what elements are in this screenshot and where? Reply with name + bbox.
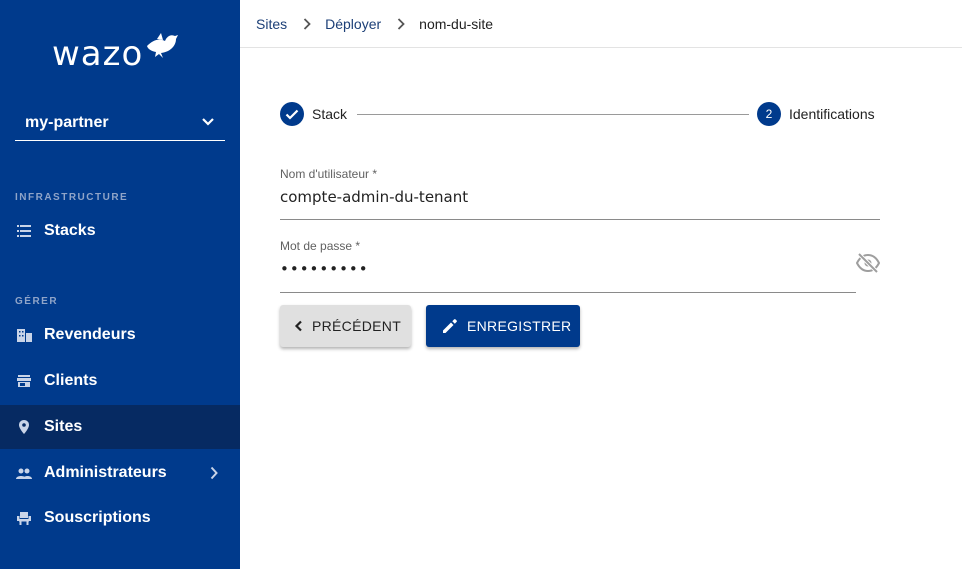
location-pin-icon: [16, 419, 32, 435]
step-label-stack: Stack: [312, 106, 348, 122]
sidebar-item-souscriptions[interactable]: Souscriptions: [0, 496, 240, 540]
password-field: Mot de passe *: [280, 239, 856, 293]
stepper: Stack 2 Identifications: [280, 102, 880, 126]
section-label-infrastructure: INFRASTRUCTURE: [15, 192, 129, 203]
sidebar-item-label: Souscriptions: [44, 509, 151, 526]
sidebar-item-label: Clients: [44, 372, 98, 389]
chevron-right-icon: [397, 17, 405, 30]
chevron-right-icon: [210, 466, 218, 485]
wazo-logo[interactable]: wazo: [52, 32, 179, 76]
check-icon: [280, 102, 304, 126]
tenant-name: my-partner: [25, 114, 109, 131]
people-icon: [16, 465, 32, 481]
chevron-left-icon: [294, 320, 302, 332]
app-root: wazo my-partner INFRASTRUCTURE Stacks GÉ…: [0, 0, 962, 569]
bird-icon: [145, 30, 179, 65]
eye-off-icon[interactable]: [855, 252, 881, 279]
seat-icon: [16, 510, 32, 526]
sidebar-item-label: Stacks: [44, 222, 96, 239]
list-icon: [16, 223, 32, 239]
sidebar-item-label: Revendeurs: [44, 326, 136, 343]
section-label-gerer: GÉRER: [15, 296, 59, 307]
step-connector: [357, 114, 749, 115]
step-label-identifications: Identifications: [789, 106, 875, 122]
building-icon: [16, 327, 32, 343]
sidebar-item-revendeurs[interactable]: Revendeurs: [0, 313, 240, 357]
store-icon: [16, 373, 32, 389]
chevron-right-icon: [303, 17, 311, 30]
username-underline: [280, 219, 880, 220]
logo-text: wazo: [52, 34, 144, 74]
breadcrumb: Sites Déployer nom-du-site: [240, 0, 962, 48]
tenant-selector[interactable]: my-partner: [15, 106, 225, 141]
save-button[interactable]: ENREGISTRER: [426, 305, 580, 347]
save-button-label: ENREGISTRER: [467, 318, 572, 334]
username-field: Nom d'utilisateur *: [280, 167, 880, 220]
previous-button[interactable]: PRÉCÉDENT: [280, 305, 411, 347]
sidebar-item-sites[interactable]: Sites: [0, 405, 240, 449]
password-label: Mot de passe *: [280, 239, 361, 253]
sidebar-item-administrateurs[interactable]: Administrateurs: [0, 451, 240, 495]
step-number-badge: 2: [757, 102, 781, 126]
sidebar-item-stacks[interactable]: Stacks: [0, 209, 240, 253]
username-label: Nom d'utilisateur *: [280, 167, 377, 181]
password-input[interactable]: [280, 260, 856, 278]
breadcrumb-link-deployer[interactable]: Déployer: [325, 16, 381, 32]
previous-button-label: PRÉCÉDENT: [312, 318, 402, 334]
sidebar-item-clients[interactable]: Clients: [0, 359, 240, 403]
password-underline: [280, 292, 856, 293]
sidebar-item-label: Sites: [44, 418, 83, 435]
sidebar: wazo my-partner INFRASTRUCTURE Stacks GÉ…: [0, 0, 240, 569]
username-input[interactable]: [280, 188, 880, 206]
breadcrumb-current: nom-du-site: [419, 15, 494, 32]
sidebar-item-label: Administrateurs: [44, 464, 167, 481]
chevron-down-icon: [201, 114, 215, 132]
breadcrumb-link-sites[interactable]: Sites: [256, 16, 287, 32]
pencil-icon: [443, 319, 457, 333]
